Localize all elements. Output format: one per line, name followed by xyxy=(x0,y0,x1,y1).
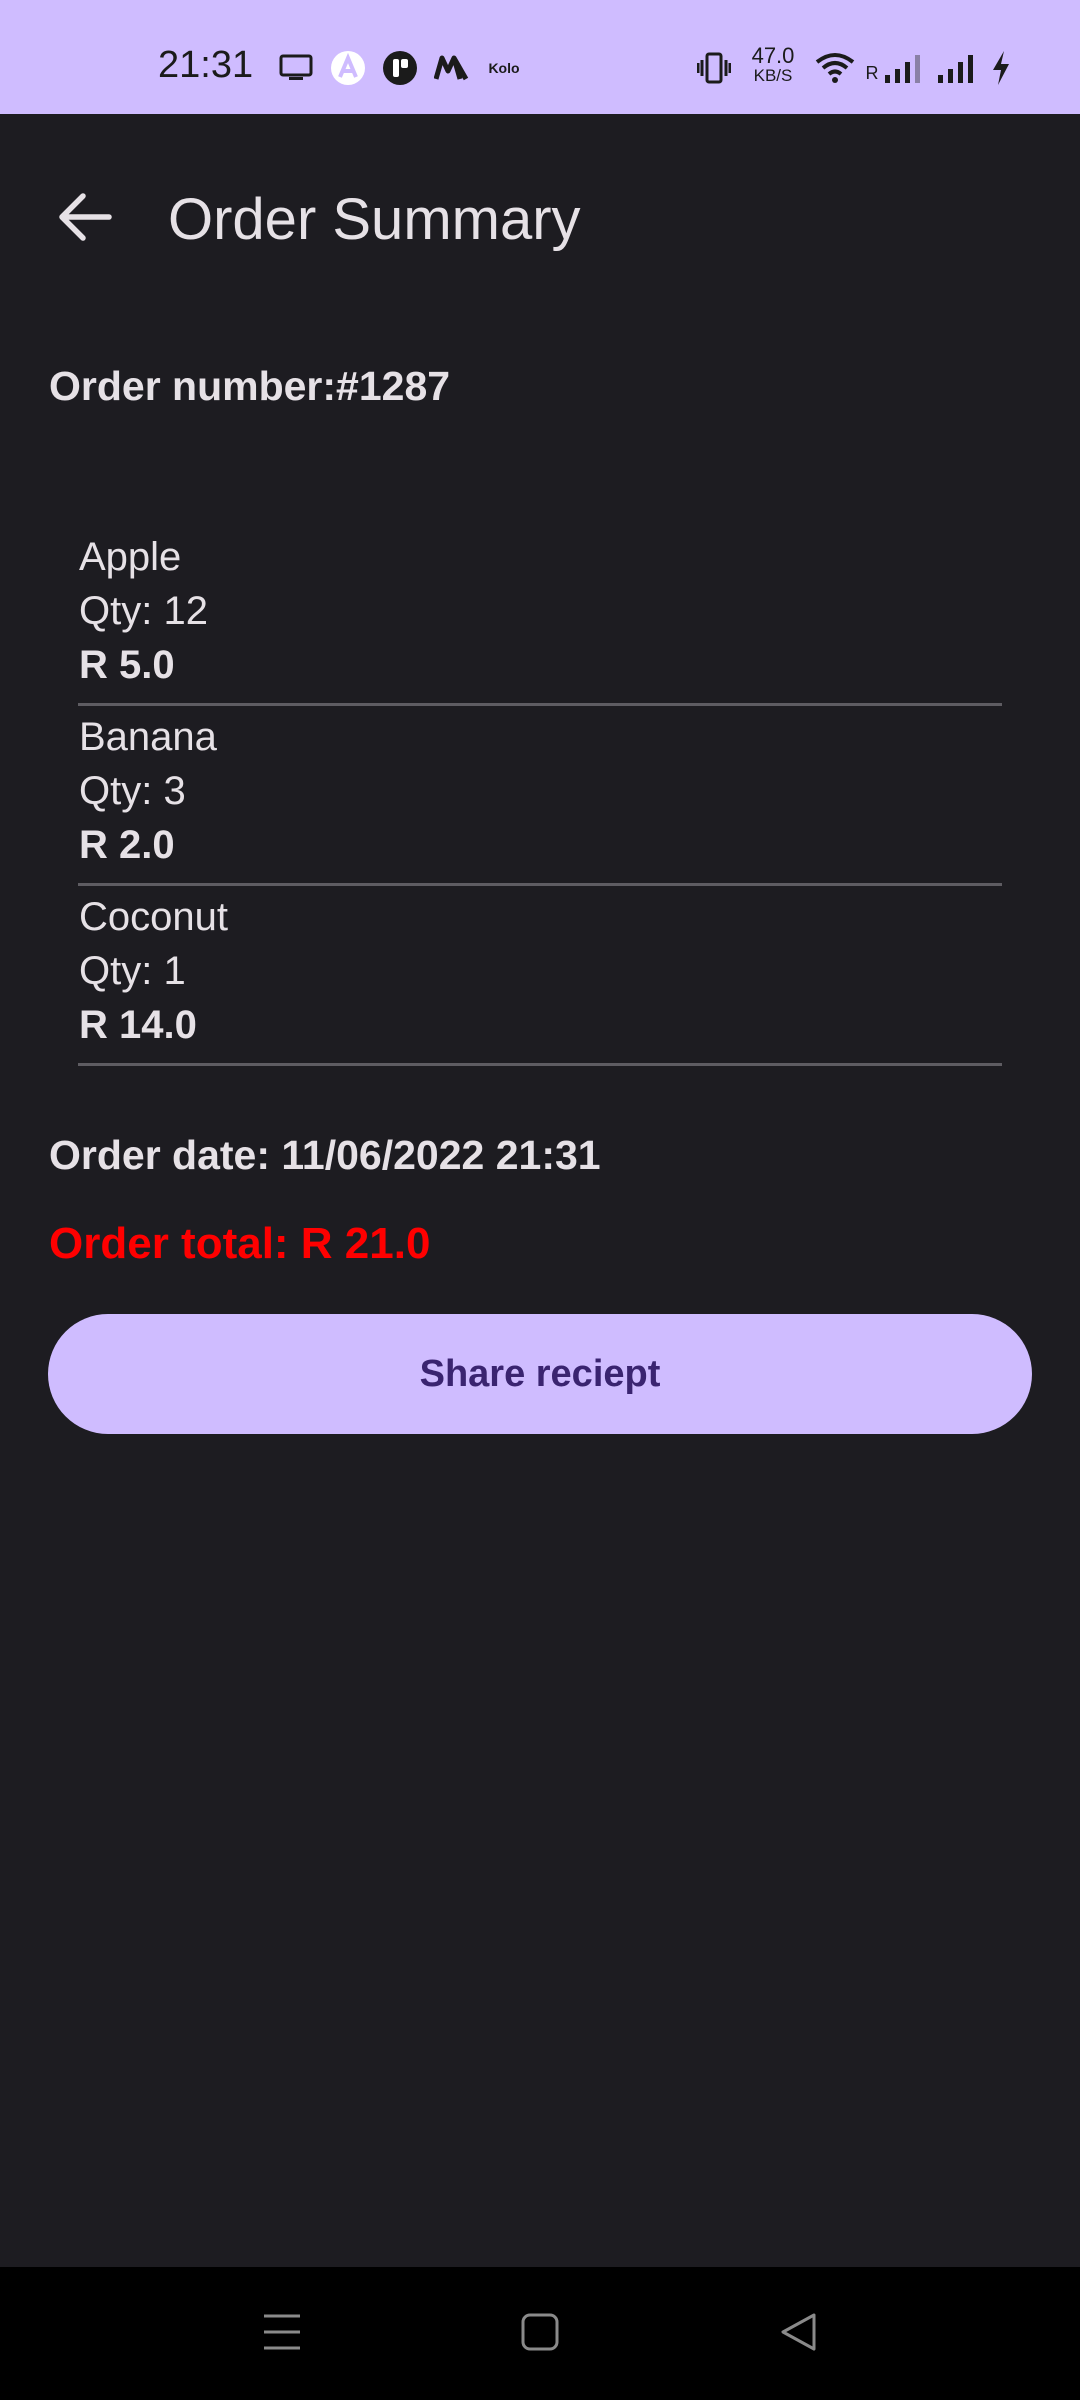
recents-button[interactable] xyxy=(242,2297,322,2371)
menu-icon xyxy=(262,2313,302,2356)
system-navigation-bar xyxy=(0,2267,1080,2400)
charging-icon xyxy=(984,48,1018,88)
item-price: R 5.0 xyxy=(79,643,175,687)
app-t-icon xyxy=(380,48,420,88)
wifi-icon xyxy=(812,48,858,88)
share-receipt-label: Share reciept xyxy=(419,1352,661,1395)
item-quantity: Qty: 3 xyxy=(79,769,186,813)
home-icon xyxy=(521,2313,559,2356)
kolo-icon: Kolo xyxy=(488,60,520,76)
home-button[interactable] xyxy=(500,2297,580,2371)
vibrate-icon xyxy=(694,48,734,88)
list-item: Apple Qty: 12 R 5.0 xyxy=(78,526,1002,706)
signal-roaming-icon: R xyxy=(864,48,924,88)
tv-icon xyxy=(276,48,316,88)
item-name: Apple xyxy=(79,535,182,579)
arrow-left-icon xyxy=(57,192,113,247)
page-title: Order Summary xyxy=(168,187,581,252)
list-item: Coconut Qty: 1 R 14.0 xyxy=(78,886,1002,1066)
order-summary-screen: 21:31 Kolo 47.0 KB/S R Order Summary Ord… xyxy=(0,0,1080,2400)
order-date: Order date: 11/06/2022 21:31 xyxy=(49,1132,601,1178)
item-quantity: Qty: 12 xyxy=(79,589,208,633)
back-button[interactable] xyxy=(40,174,130,264)
order-number: Order number:#1287 xyxy=(49,363,451,409)
nav-back-button[interactable] xyxy=(758,2297,838,2371)
order-total: Order total: R 21.0 xyxy=(49,1219,431,1268)
network-speed: 47.0 KB/S xyxy=(751,43,795,86)
signal-icon xyxy=(934,48,978,88)
back-icon xyxy=(779,2312,817,2357)
status-time: 21:31 xyxy=(158,44,254,86)
item-price: R 14.0 xyxy=(79,1003,197,1047)
status-bar: 21:31 Kolo 47.0 KB/S R xyxy=(0,0,1080,114)
item-quantity: Qty: 1 xyxy=(79,949,186,993)
item-name: Banana xyxy=(79,715,217,759)
order-items-list: Apple Qty: 12 R 5.0 Banana Qty: 3 R 2.0 … xyxy=(78,526,1002,1066)
item-price: R 2.0 xyxy=(79,823,175,867)
app-a-icon xyxy=(328,48,368,88)
item-name: Coconut xyxy=(79,895,228,939)
app-m-icon xyxy=(432,48,472,88)
share-receipt-button[interactable]: Share reciept xyxy=(48,1314,1032,1434)
app-bar: Order Summary xyxy=(0,114,1080,314)
list-item: Banana Qty: 3 R 2.0 xyxy=(78,706,1002,886)
